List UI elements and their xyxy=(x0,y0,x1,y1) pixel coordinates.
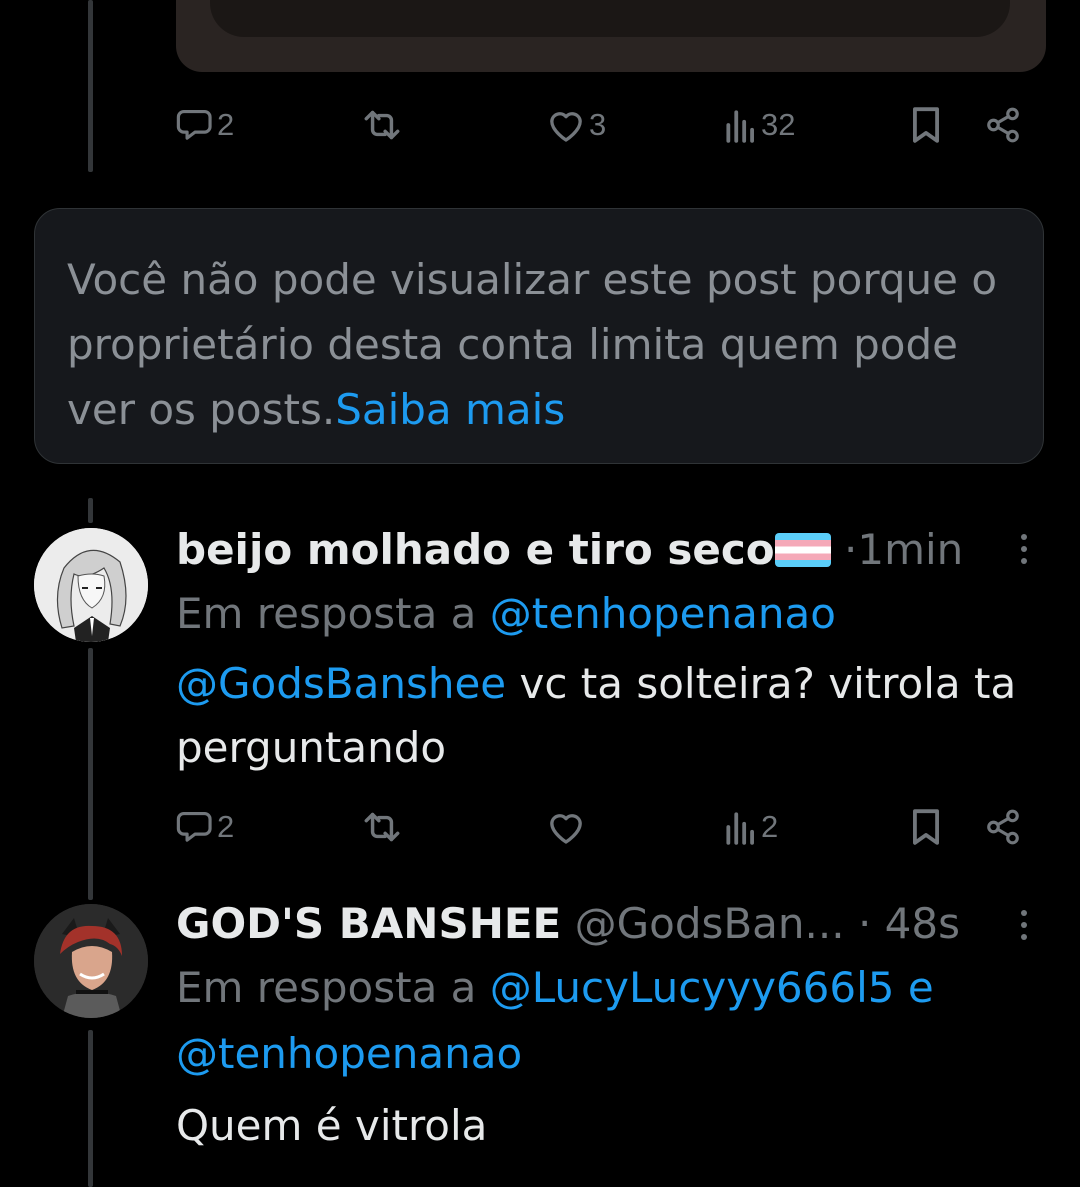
in-reply-prefix: Em resposta a xyxy=(176,589,477,638)
in-reply-handle[interactable]: @LucyLucyyy666l5 xyxy=(490,963,895,1012)
in-reply-handle[interactable]: @tenhopenanao xyxy=(490,589,836,638)
more-options-icon[interactable] xyxy=(1021,534,1027,564)
bookmark-button[interactable] xyxy=(908,106,944,144)
repost-icon xyxy=(364,812,400,842)
handle[interactable]: @GodsBan... xyxy=(575,899,845,948)
reply-body: @GodsBanshee vc ta solteira? vitrola ta xyxy=(176,652,1016,716)
in-reply-connector: e xyxy=(907,963,934,1012)
in-reply-handle[interactable]: @tenhopenanao xyxy=(176,1029,522,1078)
reply-icon xyxy=(176,811,212,842)
bookmark-icon xyxy=(913,107,939,143)
share-button[interactable] xyxy=(984,106,1022,144)
reply-button[interactable]: 2 xyxy=(176,808,234,846)
reply-button[interactable]: 2 xyxy=(176,106,234,144)
heart-icon xyxy=(550,112,582,142)
reply-count: 2 xyxy=(217,107,235,142)
thread-line xyxy=(88,648,93,900)
separator: · xyxy=(843,525,858,574)
views-count: 2 xyxy=(761,809,779,844)
views-button[interactable]: 2 xyxy=(724,808,778,846)
media-inner xyxy=(210,0,1010,37)
reply-body-line2: perguntando xyxy=(176,723,447,772)
like-button[interactable] xyxy=(546,808,589,846)
body-text: vc ta solteira? vitrola ta xyxy=(506,659,1017,708)
timestamp[interactable]: 1min xyxy=(857,525,963,574)
avatar[interactable] xyxy=(34,528,148,642)
learn-more-link[interactable]: Saiba mais xyxy=(335,385,565,434)
mention-link[interactable]: @GodsBanshee xyxy=(176,659,506,708)
reply-header: beijo molhado e tiro seco ·1min xyxy=(176,518,963,582)
reply-icon xyxy=(176,109,212,140)
display-name[interactable]: beijo molhado e tiro seco xyxy=(176,525,775,574)
heart-icon xyxy=(550,814,582,844)
bookmark-button[interactable] xyxy=(908,808,944,846)
share-icon xyxy=(987,809,1019,845)
repost-icon xyxy=(364,110,400,140)
views-icon xyxy=(726,812,754,845)
restricted-post-notice: Você não pode visualizar este post porqu… xyxy=(34,208,1044,464)
avatar-illustration xyxy=(34,528,148,642)
timestamp[interactable]: 48s xyxy=(885,899,960,948)
in-reply-to: Em resposta a @LucyLucyyy666l5 e xyxy=(176,956,934,1020)
trans-flag-icon xyxy=(774,533,831,567)
avatar[interactable] xyxy=(34,904,148,1018)
repost-button[interactable] xyxy=(360,106,407,144)
avatar-illustration xyxy=(34,904,148,1018)
reply-body: Quem é vitrola xyxy=(176,1101,488,1150)
in-reply-to: Em resposta a @tenhopenanao xyxy=(176,582,836,646)
like-count: 3 xyxy=(589,107,607,142)
reply-header: GOD'S BANSHEE @GodsBan... · 48s xyxy=(176,892,960,956)
repost-button[interactable] xyxy=(360,808,407,846)
share-icon xyxy=(987,107,1019,143)
separator: · xyxy=(857,899,872,948)
share-button[interactable] xyxy=(984,808,1022,846)
reply-count: 2 xyxy=(217,809,235,844)
more-options-icon[interactable] xyxy=(1021,910,1027,940)
like-button[interactable]: 3 xyxy=(546,106,606,144)
in-reply-prefix: Em resposta a xyxy=(176,963,477,1012)
thread-line xyxy=(88,0,93,172)
display-name[interactable]: GOD'S BANSHEE xyxy=(176,899,561,948)
in-reply-handle-line2: @tenhopenanao xyxy=(176,1022,522,1086)
views-count: 32 xyxy=(761,107,796,142)
bookmark-icon xyxy=(913,809,939,845)
views-icon xyxy=(726,110,754,143)
thread-line xyxy=(88,498,93,523)
views-button[interactable]: 32 xyxy=(724,106,795,144)
thread-line xyxy=(88,1030,93,1187)
